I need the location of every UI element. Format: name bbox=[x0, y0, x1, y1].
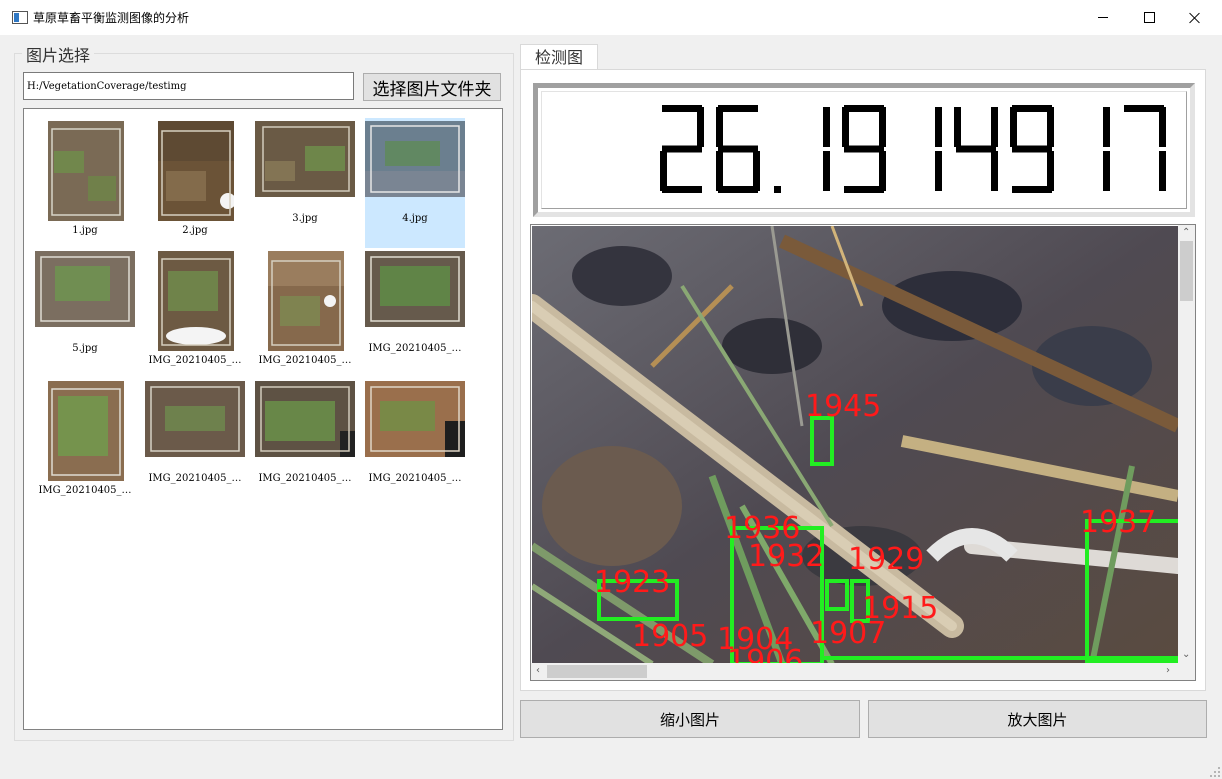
file-item-12[interactable]: IMG_20210405_… bbox=[365, 378, 465, 508]
folder-path-input[interactable] bbox=[23, 72, 354, 100]
scroll-corner bbox=[1178, 663, 1195, 680]
lcd-digit bbox=[842, 105, 886, 193]
file-item-5[interactable]: 5.jpg bbox=[35, 248, 135, 378]
lcd-digit bbox=[954, 107, 998, 191]
lcd-digit bbox=[935, 107, 942, 191]
vertical-scrollbar[interactable]: ⌃ ⌄ bbox=[1178, 225, 1195, 663]
image-thumbnail bbox=[255, 121, 355, 197]
close-icon bbox=[1189, 12, 1201, 24]
file-item-9[interactable]: IMG_20210405_… bbox=[35, 378, 135, 508]
file-name: IMG_20210405_… bbox=[368, 473, 462, 484]
image-thumbnail bbox=[365, 381, 465, 457]
window-title: 草原草畜平衡监测图像的分析 bbox=[33, 11, 190, 25]
detection-image: 1945 1936 1932 1929 1923 1905 1904 1907 … bbox=[532, 226, 1178, 664]
detection-label: 1905 bbox=[632, 619, 708, 654]
tab-detection[interactable]: 检测图 bbox=[520, 44, 598, 70]
image-thumbnail bbox=[158, 251, 234, 351]
scroll-left-icon[interactable]: ‹ bbox=[536, 665, 540, 677]
image-thumbnail bbox=[158, 121, 234, 221]
file-name: 1.jpg bbox=[72, 225, 98, 236]
file-item-11[interactable]: IMG_20210405_… bbox=[255, 378, 355, 508]
close-button[interactable] bbox=[1172, 0, 1218, 35]
detection-label: 1932 bbox=[748, 539, 824, 574]
minimize-button[interactable] bbox=[1080, 0, 1126, 35]
lcd-digit bbox=[823, 107, 830, 191]
file-name: 3.jpg bbox=[292, 213, 318, 224]
scroll-down-icon[interactable]: ⌄ bbox=[1182, 649, 1190, 661]
lcd-digits bbox=[660, 105, 1166, 193]
file-item-4[interactable]: 4.jpg bbox=[365, 118, 465, 248]
file-item-7[interactable]: IMG_20210405_… bbox=[255, 248, 355, 378]
horizontal-scrollbar[interactable]: ‹ › bbox=[531, 663, 1178, 680]
vertical-scroll-thumb[interactable] bbox=[1180, 241, 1193, 301]
title-bar: 草原草畜平衡监测图像的分析 bbox=[0, 0, 1222, 35]
app-icon bbox=[12, 11, 28, 24]
file-item-1[interactable]: 1.jpg bbox=[35, 118, 135, 248]
lcd-display bbox=[533, 83, 1195, 217]
file-name: 5.jpg bbox=[72, 343, 98, 354]
file-name: IMG_20210405_… bbox=[258, 473, 352, 484]
file-item-6[interactable]: IMG_20210405_… bbox=[145, 248, 245, 378]
image-file-list[interactable]: 1.jpg 2.jpg 3.jpg 4.jpg 5.jpg IMG_202104… bbox=[23, 108, 503, 730]
lcd-digit bbox=[716, 105, 760, 193]
file-item-2[interactable]: 2.jpg bbox=[145, 118, 245, 248]
image-thumbnail bbox=[145, 381, 245, 457]
image-thumbnail bbox=[35, 251, 135, 327]
zoom-out-button[interactable]: 缩小图片 bbox=[520, 700, 860, 738]
file-name: IMG_20210405_… bbox=[38, 485, 132, 496]
group-title: 图片选择 bbox=[22, 42, 95, 66]
detection-image-view[interactable]: 1945 1936 1932 1929 1923 1905 1904 1907 … bbox=[530, 224, 1196, 681]
zoom-in-button[interactable]: 放大图片 bbox=[868, 700, 1207, 738]
image-thumbnail bbox=[48, 381, 124, 481]
lcd-digit bbox=[1010, 105, 1054, 193]
file-item-3[interactable]: 3.jpg bbox=[255, 118, 355, 248]
lcd-digit bbox=[660, 105, 704, 193]
lcd-digit bbox=[1124, 105, 1166, 191]
image-thumbnail bbox=[365, 121, 465, 197]
detection-label: 1937 bbox=[1080, 505, 1156, 540]
file-name: IMG_20210405_… bbox=[368, 343, 462, 354]
maximize-icon bbox=[1143, 12, 1155, 23]
horizontal-scroll-thumb[interactable] bbox=[547, 665, 647, 678]
detection-label: 1945 bbox=[805, 389, 881, 424]
image-thumbnail bbox=[365, 251, 465, 327]
maximize-button[interactable] bbox=[1126, 0, 1172, 35]
lcd-decimal-point bbox=[774, 186, 781, 193]
file-name: IMG_20210405_… bbox=[258, 355, 352, 366]
file-item-10[interactable]: IMG_20210405_… bbox=[145, 378, 245, 508]
lcd-digit bbox=[1103, 107, 1110, 191]
file-name: 4.jpg bbox=[402, 213, 428, 224]
image-thumbnail bbox=[48, 121, 124, 221]
detection-label: 1923 bbox=[594, 565, 670, 600]
scroll-right-icon[interactable]: › bbox=[1166, 665, 1170, 677]
image-thumbnail bbox=[268, 251, 344, 351]
scroll-up-icon[interactable]: ⌃ bbox=[1182, 227, 1190, 239]
resize-grip[interactable] bbox=[1208, 765, 1220, 777]
detection-label: 1906 bbox=[727, 644, 803, 664]
detection-label: 1915 bbox=[862, 591, 938, 626]
choose-folder-button[interactable]: 选择图片文件夹 bbox=[363, 73, 501, 101]
file-name: IMG_20210405_… bbox=[148, 473, 242, 484]
minimize-icon bbox=[1098, 17, 1108, 18]
file-name: 2.jpg bbox=[182, 225, 208, 236]
image-thumbnail bbox=[255, 381, 355, 457]
file-item-8[interactable]: IMG_20210405_… bbox=[365, 248, 465, 378]
detection-label: 1929 bbox=[848, 542, 924, 577]
file-name: IMG_20210405_… bbox=[148, 355, 242, 366]
